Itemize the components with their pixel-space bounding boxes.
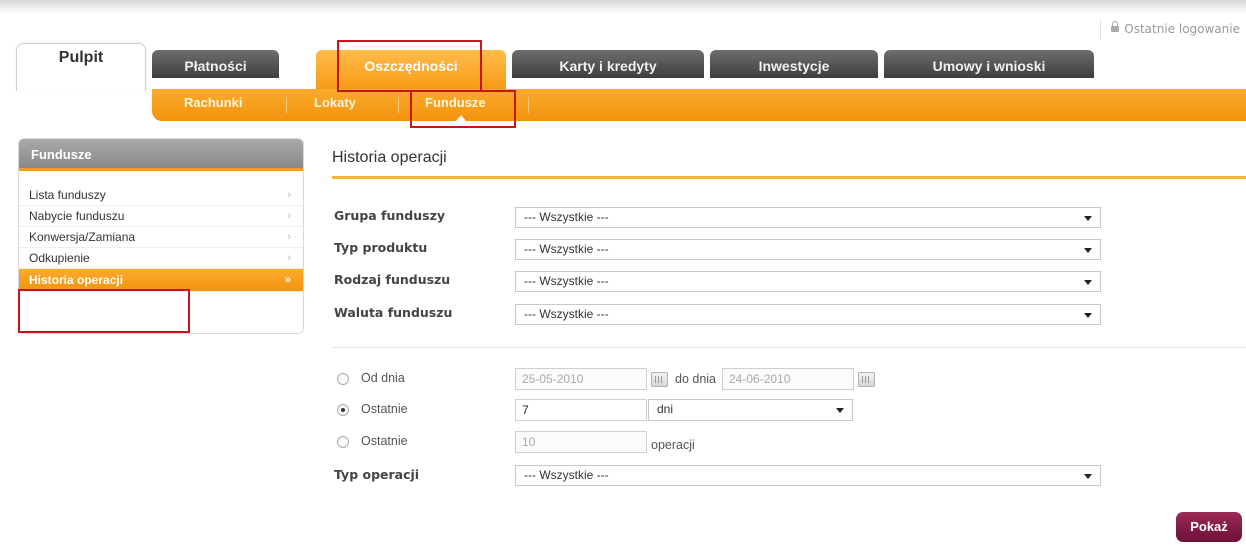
dropdown-arrow-icon [1084, 248, 1092, 253]
radio-last-days[interactable] [337, 404, 349, 416]
label-ostatnie-dni: Ostatnie [361, 402, 408, 416]
label-waluta-funduszu: Waluta funduszu [334, 305, 453, 320]
dropdown-arrow-icon [1084, 216, 1092, 221]
input-date-to[interactable]: 24-06-2010 [722, 368, 854, 390]
select-rodzaj-funduszu[interactable]: --- Wszystkie --- [515, 271, 1101, 292]
input-last-operations[interactable]: 10 [515, 431, 647, 453]
sidebar-title: Fundusze [19, 139, 303, 171]
page-title: Historia operacji [332, 149, 447, 166]
subnav-separator [528, 97, 529, 113]
label-operacji: operacji [651, 438, 695, 452]
tab-inwestycje[interactable]: Inwestycje [710, 50, 878, 78]
highlight-fundusze [410, 90, 516, 128]
subnav-bar: Rachunki Lokaty Fundusze [152, 89, 1246, 121]
select-value: --- Wszystkie --- [524, 468, 609, 482]
label-typ-produktu: Typ produktu [334, 240, 428, 255]
subnav-separator [398, 97, 399, 113]
select-value: --- Wszystkie --- [524, 242, 609, 256]
tab-karty-i-kredyty[interactable]: Karty i kredyty [512, 50, 704, 78]
select-period-unit[interactable]: dni [648, 399, 853, 421]
radio-last-operations[interactable] [337, 436, 349, 448]
dropdown-arrow-icon [1084, 313, 1092, 318]
last-login-label: Ostatnie logowanie [1124, 22, 1240, 36]
label-typ-operacji: Typ operacji [334, 467, 420, 482]
select-typ-produktu[interactable]: --- Wszystkie --- [515, 239, 1101, 260]
select-value: dni [657, 402, 674, 416]
top-shadow [0, 0, 1246, 14]
sidebar-item-label: Odkupienie [29, 251, 90, 265]
lock-icon [1111, 20, 1120, 32]
last-login-info: Ostatnie logowanie [1100, 20, 1240, 40]
sidebar-item-konwersja-zamiana[interactable]: Konwersja/Zamiana › [19, 227, 303, 248]
radio-date-range[interactable] [337, 373, 349, 385]
select-value: --- Wszystkie --- [524, 274, 609, 288]
subnav-rachunki[interactable]: Rachunki [184, 95, 243, 110]
show-button[interactable]: Pokaż [1176, 512, 1242, 542]
tab-umowy-i-wnioski[interactable]: Umowy i wnioski [884, 50, 1094, 78]
subnav-lokaty[interactable]: Lokaty [314, 95, 356, 110]
chevron-right-icon: › [287, 252, 291, 264]
dropdown-arrow-icon [1084, 280, 1092, 285]
sidebar-item-label: Konwersja/Zamiana [29, 230, 136, 244]
label-do-dnia: do dnia [675, 372, 717, 386]
tab-platnosci[interactable]: Płatności [152, 50, 279, 78]
sidebar-item-label: Nabycie funduszu [29, 209, 125, 223]
tab-pulpit[interactable]: Pulpit [16, 43, 146, 91]
input-last-days[interactable]: 7 [515, 399, 647, 421]
sidebar-item-label: Lista funduszy [29, 188, 106, 202]
calendar-icon[interactable] [651, 372, 668, 387]
sidebar-list: Lista funduszy › Nabycie funduszu › Konw… [19, 185, 303, 292]
title-rule [332, 176, 1246, 179]
dropdown-arrow-icon [836, 408, 844, 413]
select-waluta-funduszu[interactable]: --- Wszystkie --- [515, 304, 1101, 325]
select-value: --- Wszystkie --- [524, 210, 609, 224]
double-chevron-right-icon: » [284, 274, 291, 286]
sidebar-item-lista-funduszy[interactable]: Lista funduszy › [19, 185, 303, 206]
sidebar-item-nabycie-funduszu[interactable]: Nabycie funduszu › [19, 206, 303, 227]
label-rodzaj-funduszu: Rodzaj funduszu [334, 272, 451, 287]
section-divider [332, 347, 1246, 348]
dropdown-arrow-icon [1084, 474, 1092, 479]
label-ostatnie-operacje: Ostatnie [361, 434, 408, 448]
calendar-icon[interactable] [858, 372, 875, 387]
label-grupa-funduszy: Grupa funduszy [334, 208, 446, 223]
subnav-separator [286, 97, 287, 113]
chevron-right-icon: › [287, 189, 291, 201]
input-date-from[interactable]: 25-05-2010 [515, 368, 647, 390]
select-grupa-funduszy[interactable]: --- Wszystkie --- [515, 207, 1101, 228]
chevron-right-icon: › [287, 231, 291, 243]
select-typ-operacji[interactable]: --- Wszystkie --- [515, 465, 1101, 486]
label-od-dnia: Od dnia [361, 371, 405, 385]
chevron-right-icon: › [287, 210, 291, 222]
sidebar-item-label: Historia operacji [29, 273, 124, 287]
highlight-historia-operacji [18, 289, 190, 333]
sidebar-item-odkupienie[interactable]: Odkupienie › [19, 248, 303, 269]
highlight-oszczednosci [337, 40, 482, 92]
select-value: --- Wszystkie --- [524, 307, 609, 321]
